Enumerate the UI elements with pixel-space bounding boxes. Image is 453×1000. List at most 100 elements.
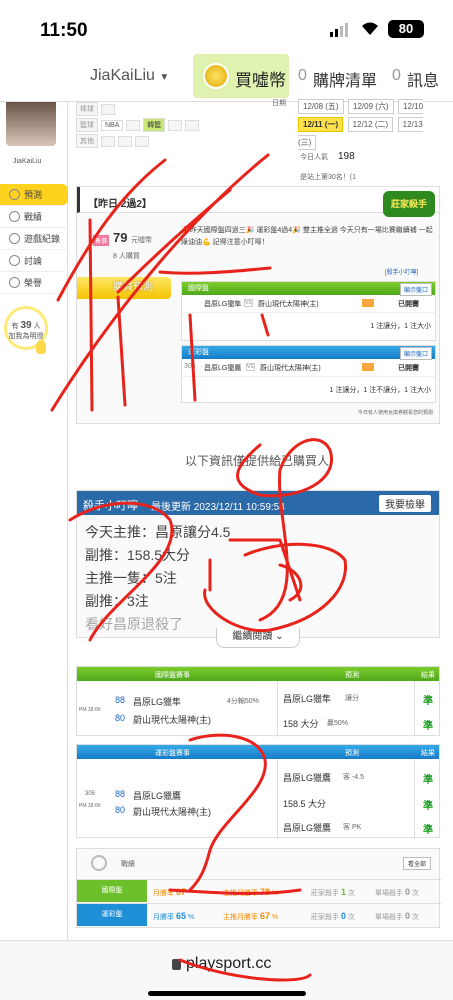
sidebar-username: JiaKaiLiu xyxy=(13,158,42,165)
sidebar-item-record[interactable]: 戰績 xyxy=(0,206,68,228)
team-away: 蔚山現代太陽神(主) xyxy=(258,301,319,308)
col-header: 結果 xyxy=(421,672,435,679)
browser-url-bar: playsport.cc xyxy=(0,940,453,1000)
filter-other[interactable]: 其他 xyxy=(76,134,98,148)
stat-label: 莊家殺手 xyxy=(311,914,339,921)
stat-value: 0 xyxy=(404,911,410,921)
record-panel: 戰績 看全部 國際盤 月勝率 67 主推月勝率 78 % 莊家殺手 1 次 單場… xyxy=(76,848,441,928)
buy-prediction-button[interactable]: 購買預測 xyxy=(77,277,171,299)
sidebar-item-label: 戰績 xyxy=(24,212,43,222)
battery-icon: 80 xyxy=(388,20,424,38)
sidebar-item-label: 預測 xyxy=(24,190,43,200)
team-away: 蔚山現代太陽神(主) xyxy=(133,807,211,817)
prediction-pick: 昌原LG獵隼 xyxy=(283,694,332,704)
tips-line: 主推一隻：5注 xyxy=(85,570,177,586)
game-time: PM 18:00 xyxy=(79,803,101,809)
stat-value: 0 xyxy=(404,887,410,897)
intl-table: 國際盤賽事 預測 結果 PM 18:00 88 80 昌原LG獵隼 蔚山現代太陽… xyxy=(76,666,440,737)
price-tag: 售價 xyxy=(93,235,110,246)
status-bar: 11:50 80 xyxy=(0,0,453,50)
date-button-selected[interactable]: 12/11 (一) xyxy=(298,117,344,132)
cart-link[interactable]: 購牌清單 xyxy=(313,67,377,91)
intl-box-header: 國際盤 xyxy=(182,282,435,295)
avatar[interactable] xyxy=(6,102,56,146)
battery-level: 80 xyxy=(398,21,414,36)
team-number: 88 xyxy=(115,695,126,705)
stat-label: 月勝率 xyxy=(153,890,174,897)
col-header: 預測 xyxy=(345,672,359,679)
price-value: 79 xyxy=(113,230,128,245)
sidebar-item-honor[interactable]: 榮譽 xyxy=(0,272,68,294)
prediction-tag: 贏50% xyxy=(327,720,349,727)
prediction-pick: 158.5 大分 xyxy=(283,799,327,809)
stat-label: 單場殺手 xyxy=(375,890,403,897)
prediction-tag: 讓分 xyxy=(345,695,359,702)
prediction-tag: 客 PK xyxy=(343,824,362,831)
buyer-count: 8 人購買 xyxy=(113,253,140,260)
intl-summary: 1 注讓分，1 注大小 xyxy=(370,323,431,330)
date-button[interactable]: 12/12 (二) xyxy=(347,117,394,132)
main-content: 棒球 籃球 NBA 韓籃 其他 日期 12/08 (五) 12/09 (六) 12… xyxy=(72,99,442,942)
rank-text: 是站上第30名！(1 xyxy=(300,174,357,181)
refund-note: 今日有人使用兌換券觀看您的預測 xyxy=(357,410,433,416)
fans-suffix: 人 xyxy=(33,323,41,330)
tips-header: 殺手小叮嚀 最後更新 2023/12/11 10:59:54 我要檢舉 xyxy=(77,491,439,515)
game-time: PM 18:00 xyxy=(79,707,101,713)
killer-badge: 莊家殺手 xyxy=(383,191,435,217)
report-button[interactable]: 我要檢舉 xyxy=(379,495,431,512)
prediction-pick: 昌原LG獵鷹 xyxy=(283,823,332,833)
wifi-icon xyxy=(360,20,380,36)
date-button[interactable]: 12/09 (六) xyxy=(348,99,394,114)
messages-link[interactable]: 訊息 xyxy=(407,67,439,91)
result-hit: 準 xyxy=(423,825,433,836)
stat-label: 莊家殺手 xyxy=(311,890,339,897)
sidebar-item-game-log[interactable]: 遊戲紀錄 xyxy=(0,228,68,250)
result-hit: 準 xyxy=(423,721,433,732)
sidebar-item-discuss[interactable]: 討論 xyxy=(0,250,68,272)
url-text[interactable]: playsport.cc xyxy=(186,955,271,973)
handicap-note: 4分輸50% xyxy=(227,698,259,705)
stat-label: 月勝率 xyxy=(153,914,174,921)
sidebar: JiaKaiLiu 預測 戰績 遊戲紀錄 討論 榮譽 有 39 人 加我為明燈 xyxy=(0,102,68,942)
chevron-down-icon: ⌄ xyxy=(275,631,284,642)
home-indicator xyxy=(148,991,306,996)
stat-value: 67 xyxy=(175,887,186,897)
kill-tips-link[interactable]: [殺手小叮嚀] xyxy=(385,267,418,276)
stat-value: 1 xyxy=(340,887,346,897)
clock: 11:50 xyxy=(40,20,88,41)
intl-box-title: 國際盤 xyxy=(188,285,209,292)
team-home: 昌原LG獵隼 xyxy=(204,301,242,308)
record-row-intl: 國際盤 月勝率 67 主推月勝率 78 % 莊家殺手 1 次 單場殺手 0 次 xyxy=(77,879,441,902)
user-menu[interactable]: JiaKaiLiu ▼ xyxy=(90,67,169,85)
team-number: 80 xyxy=(115,805,126,815)
sidebar-item-label: 遊戲紀錄 xyxy=(24,234,61,244)
buy-coins-label: 買噓幣 xyxy=(235,71,286,90)
prediction-tag: 客 -4.5 xyxy=(343,774,365,781)
see-all-button[interactable]: 看全部 xyxy=(402,857,431,870)
lock-icon xyxy=(172,959,181,970)
stat-label: 主推月勝率 xyxy=(223,890,258,897)
team-away: 蔚山現代太陽神(主) xyxy=(260,365,321,372)
popularity-value: 198 xyxy=(338,151,355,162)
signal-icon xyxy=(330,23,352,37)
col-header: 預測 xyxy=(345,750,359,757)
lottery-table: 運彩盤賽事 預測 結果 305 PM 18:00 88 80 昌原LG獵鷹 蔚山… xyxy=(76,744,440,839)
read-more-button[interactable]: 繼續閱讀 ⌄ xyxy=(216,628,300,648)
sidebar-item-predict[interactable]: 預測 xyxy=(0,184,68,206)
result-hit: 準 xyxy=(423,801,433,812)
popularity-label: 今日人氣 xyxy=(300,154,328,161)
stat-label: 主推月勝率 xyxy=(223,914,258,921)
buy-coins-button[interactable]: 買噓幣 xyxy=(193,54,289,98)
top-nav: JiaKaiLiu ▼ 買噓幣 0 購牌清單 0 訊息 xyxy=(0,50,453,102)
game-number: 305 xyxy=(184,363,196,370)
record-row-lottery: 運彩盤 月勝率 65 % 主推月勝率 67 % 莊家殺手 0 次 單場殺手 0 … xyxy=(77,903,441,926)
date-header: 日期 xyxy=(272,100,286,107)
buy-prediction-label: 購買預測 xyxy=(113,282,153,293)
tips-panel: 殺手小叮嚀 最後更新 2023/12/11 10:59:54 我要檢舉 今天主推… xyxy=(76,490,440,638)
tips-title: 殺手小叮嚀 xyxy=(83,500,138,512)
tips-body: 今天主推：昌原讓分4.5 副推：158.5大分 主推一隻：5注 副推：3注 看好… xyxy=(77,515,439,636)
date-button[interactable]: 12/08 (五) xyxy=(298,99,344,114)
cart-count: 0 xyxy=(298,67,307,84)
pencil-icon xyxy=(9,255,20,266)
price-unit: 元噓幣 xyxy=(131,237,152,244)
